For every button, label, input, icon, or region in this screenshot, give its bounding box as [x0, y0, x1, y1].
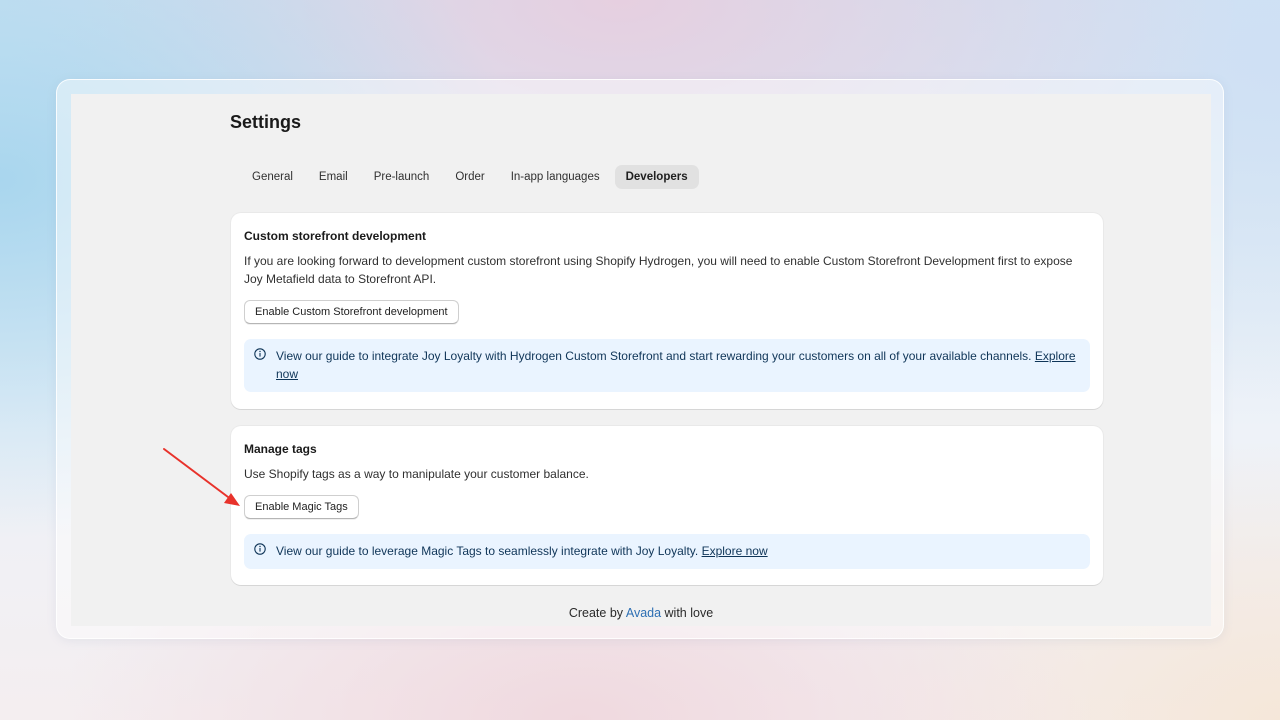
info-circle-icon	[254, 543, 266, 555]
manage-tags-title: Manage tags	[244, 442, 317, 456]
footer-prefix: Create by	[568, 606, 624, 620]
footer-brand-link[interactable]: Avada	[626, 606, 661, 620]
info-circle-icon	[254, 348, 266, 360]
enable-magic-tags-button[interactable]: Enable Magic Tags	[244, 495, 359, 519]
tab-general[interactable]: General	[241, 165, 304, 189]
storefront-guide-text: View our guide to integrate Joy Loyalty …	[276, 349, 1032, 363]
custom-storefront-description: If you are looking forward to developmen…	[244, 254, 1073, 286]
magic-tags-guide-text: View our guide to leverage Magic Tags to…	[276, 544, 699, 558]
page-title: Settings	[230, 112, 302, 132]
settings-tabs: General Email Pre-launch Order In-app la…	[241, 165, 699, 189]
footer-suffix: with love	[664, 606, 714, 620]
storefront-guide-banner: View our guide to integrate Joy Loyalty …	[244, 339, 1090, 392]
screenshot-frame: Settings General Email Pre-launch Order …	[56, 79, 1224, 639]
tab-developers[interactable]: Developers	[614, 165, 699, 189]
magic-tags-explore-link[interactable]: Explore now	[702, 544, 768, 558]
footer-credit: Create by Avada with love	[71, 606, 1211, 620]
magic-tags-guide-banner: View our guide to leverage Magic Tags to…	[244, 534, 1090, 569]
enable-custom-storefront-button[interactable]: Enable Custom Storefront development	[244, 300, 459, 324]
manage-tags-card: Manage tags Use Shopify tags as a way to…	[231, 426, 1103, 585]
settings-page: Settings General Email Pre-launch Order …	[71, 94, 1211, 626]
tab-pre-launch[interactable]: Pre-launch	[363, 165, 441, 189]
tab-order[interactable]: Order	[444, 165, 495, 189]
custom-storefront-title: Custom storefront development	[244, 229, 427, 243]
custom-storefront-card: Custom storefront development If you are…	[231, 213, 1103, 409]
tab-email[interactable]: Email	[308, 165, 359, 189]
tab-in-app-languages[interactable]: In-app languages	[500, 165, 611, 189]
manage-tags-description: Use Shopify tags as a way to manipulate …	[244, 467, 589, 481]
